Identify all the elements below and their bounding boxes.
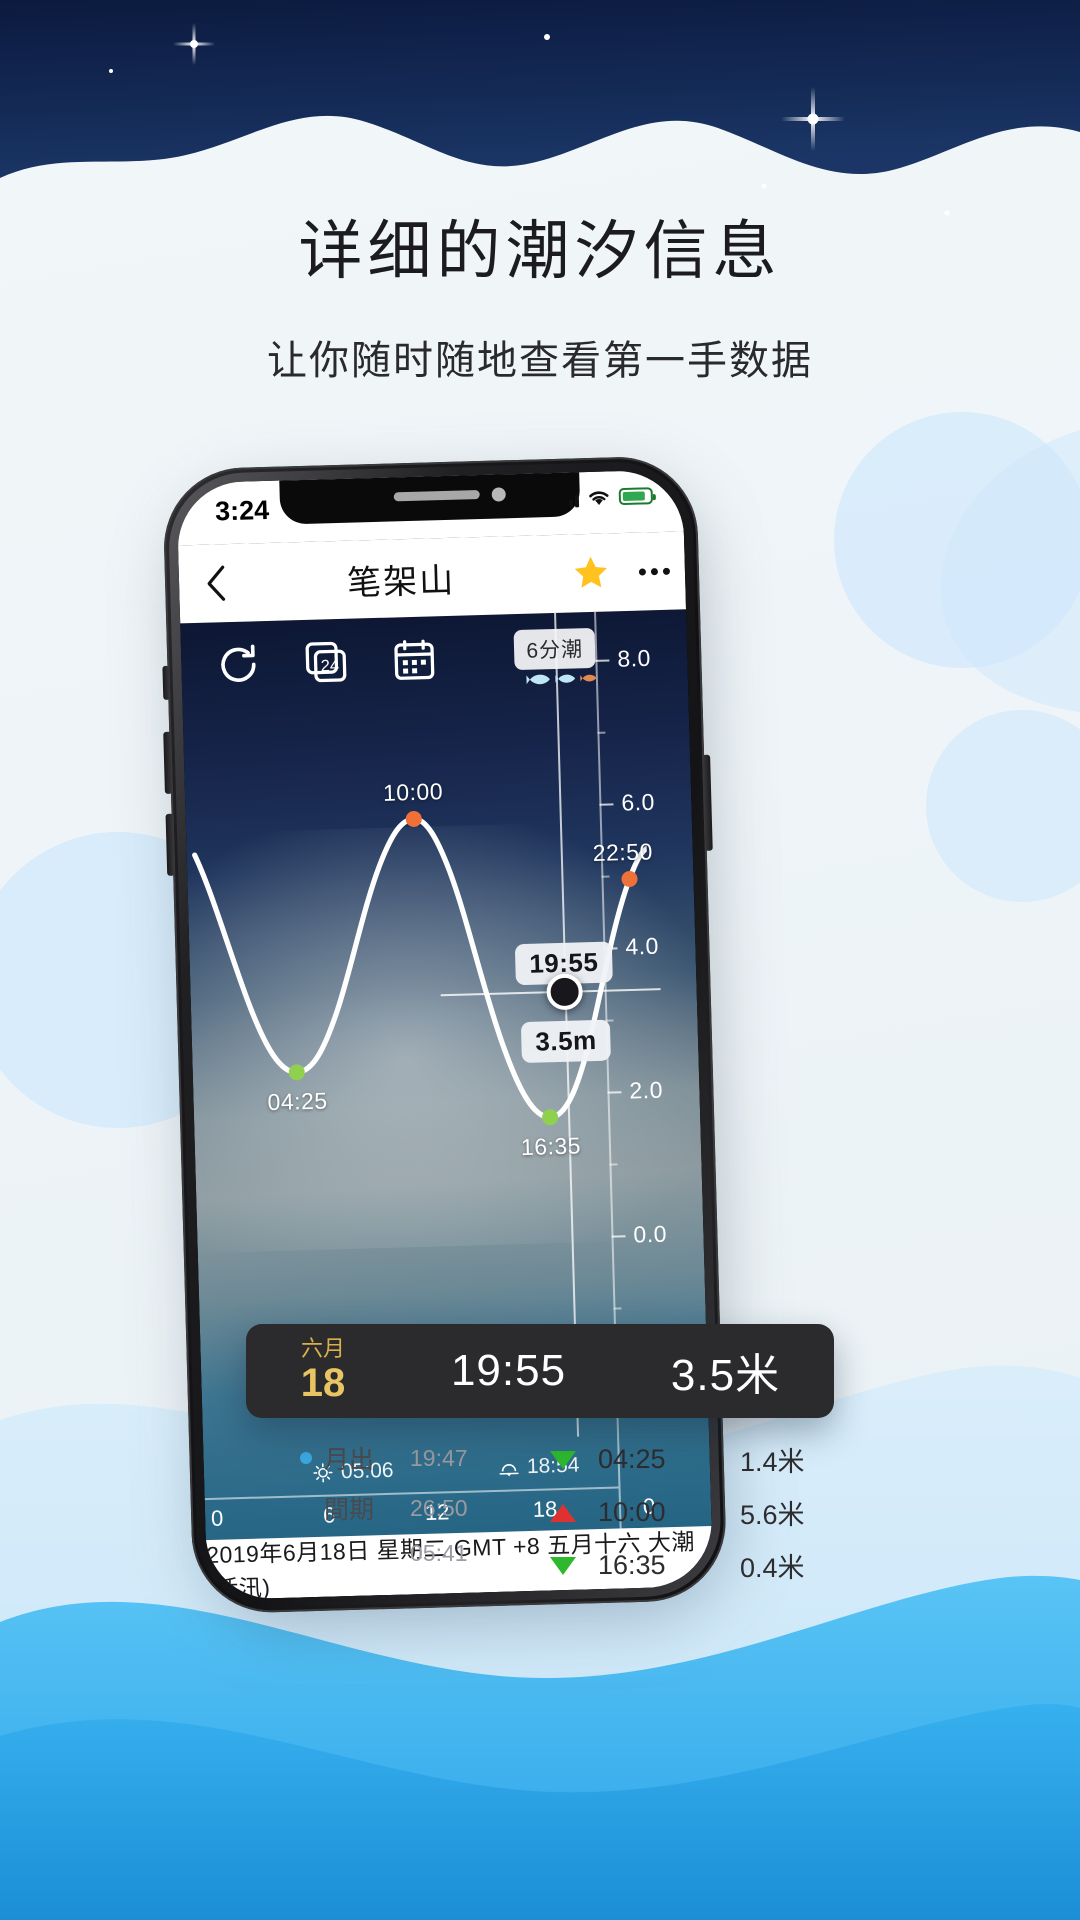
tide-list-item: 04:25 1.4米 — [550, 1440, 820, 1479]
battery-charging-icon — [618, 487, 654, 506]
panel-date: 六月 18 — [246, 1335, 400, 1406]
extremum-label-high1: 10:00 — [382, 778, 444, 806]
favorite-button[interactable] — [558, 552, 623, 594]
more-dot — [650, 567, 658, 575]
promo-headings: 详细的潮汐信息 让你随时随地查看第一手数据 — [0, 216, 1080, 386]
page-subtitle: 让你随时随地查看第一手数据 — [267, 339, 813, 384]
triangle-up-icon — [550, 1503, 576, 1522]
cursor-height-bubble: 3.5m — [520, 1019, 612, 1064]
panel-time: 19:55 — [450, 1346, 567, 1395]
tide-list-column: 04:25 1.4米 10:00 5.6米 16:35 0.4米 — [550, 1440, 820, 1599]
mute-switch[interactable] — [162, 665, 171, 700]
more-dot — [662, 567, 670, 575]
tide-height: 0.4米 — [740, 1553, 805, 1583]
tide-height: 5.6米 — [740, 1500, 805, 1530]
power-button[interactable] — [702, 754, 713, 851]
earpiece-speaker — [393, 490, 480, 502]
volume-up-button[interactable] — [163, 731, 173, 794]
tide-time: 04:25 — [598, 1444, 666, 1474]
moon-dot-icon — [300, 1452, 312, 1464]
tide-list-item: 16:35 0.4米 — [550, 1546, 820, 1585]
tide-height: 1.4米 — [740, 1447, 805, 1477]
star-filled-icon — [574, 556, 607, 588]
front-camera — [491, 487, 506, 502]
triangle-down-icon — [550, 1556, 576, 1575]
more-options-button[interactable] — [623, 567, 685, 576]
page-title: 详细的潮汐信息 — [298, 215, 782, 287]
moon-rise-label: 月出 — [324, 1446, 375, 1474]
extremum-label-high2: 22:50 — [592, 838, 654, 866]
tide-list-item: 10:00 5.6米 — [550, 1493, 820, 1532]
tide-time: 10:00 — [598, 1497, 666, 1527]
more-dot — [638, 567, 646, 576]
tide-time: 16:35 — [598, 1550, 666, 1580]
page-title-nav: 笔架山 — [346, 561, 456, 603]
bottom-details: 月出 19:47 間期 26:50 05:41 04:25 1.4米 10:00… — [300, 1440, 820, 1599]
moon-extra-value: 05:41 — [410, 1540, 468, 1566]
x-tick-label: 0 — [210, 1505, 224, 1531]
triangle-down-icon — [550, 1450, 576, 1469]
chevron-left-icon — [207, 565, 226, 601]
moon-info-column: 月出 19:47 間期 26:50 05:41 — [300, 1440, 510, 1599]
status-time: 3:24 — [214, 494, 270, 527]
status-indicators — [568, 486, 654, 508]
moon-row: 月出 19:47 — [300, 1440, 510, 1476]
volume-down-button[interactable] — [165, 813, 176, 876]
moon-row: 間期 26:50 — [300, 1490, 510, 1526]
moon-interval-label: 間期 — [324, 1496, 375, 1524]
panel-height: 3.5米 — [670, 1351, 781, 1400]
signal-bars-icon — [568, 489, 580, 508]
panel-month: 六月 — [300, 1335, 345, 1361]
extremum-label-low1: 04:25 — [267, 1087, 328, 1116]
moon-rise-value: 19:47 — [410, 1444, 468, 1471]
phone-screen: 3:24 笔架山 24 6分潮 8.0 6.0 4.0 2.0 0.0 19:5… — [176, 469, 714, 1601]
wifi-icon — [589, 491, 609, 505]
app-nav-bar: 笔架山 — [178, 531, 687, 624]
panel-day: 18 — [300, 1361, 346, 1406]
extremum-label-low2: 16:35 — [520, 1132, 582, 1161]
moon-row: 05:41 — [300, 1540, 510, 1567]
moon-interval-value: 26:50 — [410, 1494, 468, 1521]
phone-notch — [279, 472, 581, 525]
current-tide-panel[interactable]: 六月 18 19:55 3.5米 — [246, 1324, 834, 1418]
